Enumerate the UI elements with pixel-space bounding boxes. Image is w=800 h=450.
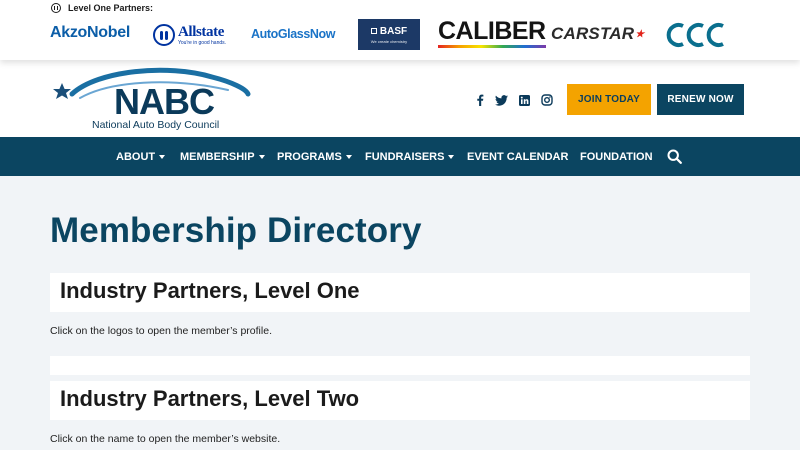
akzonobel-logo-text: AkzoNobel [50, 24, 130, 41]
search-icon[interactable] [667, 149, 682, 164]
caret-down-icon [345, 155, 352, 159]
allstate-logo[interactable]: Allstate You're in good hands. [153, 24, 226, 46]
section-level-one-note: Click on the logos to open the member’s … [50, 325, 272, 337]
nabc-logo[interactable]: NABC National Auto Body Council [50, 67, 252, 131]
join-today-button[interactable]: Join Today [567, 84, 651, 115]
autoglassnow-logo[interactable]: AutoGlassNow [251, 27, 336, 41]
twitter-icon[interactable] [494, 93, 508, 107]
carstar-logo-text: CARSTAR [551, 24, 635, 43]
nabc-logo-text: NABC [114, 81, 215, 122]
section-title: Industry Partners, Level Two [60, 386, 360, 411]
level-one-logo-grid [50, 356, 750, 375]
autoglassnow-logo-text: AutoGlassNow [251, 27, 336, 41]
allstate-text: Allstate You're in good hands. [178, 23, 227, 46]
caliber-logo-text: CALIBER [438, 17, 546, 45]
basf-logo[interactable]: BASF We create chemistry [358, 19, 420, 50]
allstate-hands-icon [153, 24, 175, 46]
instagram-icon[interactable] [540, 93, 554, 107]
pause-icon[interactable] [51, 3, 61, 13]
page-title: Membership Directory [50, 211, 422, 250]
nav-item-event-calendar[interactable]: Event Calendar [467, 137, 568, 176]
caliber-logo[interactable]: CALIBER [438, 19, 546, 48]
carstar-star-icon: ★ [635, 28, 645, 40]
basf-logo-word: BASF [370, 25, 408, 37]
facebook-icon[interactable] [473, 93, 487, 107]
nav-item-label: Foundation [580, 150, 653, 163]
nav-item-label: Programs [277, 150, 342, 163]
section-level-two-header: Industry Partners, Level Two [50, 381, 750, 420]
nav-item-label: About [116, 150, 156, 163]
partners-label: Level One Partners: [68, 3, 154, 13]
caret-down-icon [159, 155, 166, 159]
ccc-logo[interactable] [663, 21, 731, 49]
nav-item-label: Event Calendar [467, 150, 569, 163]
basf-logo-text: BASF [379, 25, 408, 37]
caret-down-icon [448, 155, 455, 159]
renew-now-button[interactable]: Renew Now [657, 84, 744, 115]
section-level-one-header: Industry Partners, Level One [50, 273, 750, 312]
partners-label-row: Level One Partners: [51, 2, 153, 14]
akzonobel-logo[interactable]: AkzoNobel [50, 24, 130, 42]
section-title: Industry Partners, Level One [60, 278, 360, 303]
caret-down-icon [258, 155, 265, 159]
carstar-logo[interactable]: CARSTAR ★ [551, 24, 644, 44]
basf-square-icon [370, 28, 377, 34]
nabc-logo-subtitle: National Auto Body Council [92, 119, 219, 131]
level-one-partners-bar: Level One Partners: AkzoNobel Allstate Y… [0, 0, 800, 60]
ccc-logo-mark [666, 23, 724, 47]
nav-item-label: Fundraisers [365, 150, 445, 163]
allstate-logo-text: Allstate [178, 23, 224, 40]
nav-item-foundation[interactable]: Foundation [580, 137, 653, 176]
basf-tagline: We create chemistry [370, 38, 408, 44]
caliber-rainbow-bar [438, 45, 546, 48]
allstate-tagline: You're in good hands. [178, 39, 227, 46]
nav-item-label: Membership [180, 150, 255, 163]
site-header: NABC National Auto Body Council Join Tod… [0, 60, 800, 137]
linkedin-icon[interactable] [517, 93, 531, 107]
nav-item-membership[interactable]: Membership [180, 137, 265, 176]
nav-item-fundraisers[interactable]: Fundraisers [365, 137, 455, 176]
section-level-two-note: Click on the name to open the member’s w… [50, 433, 281, 445]
nav-item-programs[interactable]: Programs [277, 137, 352, 176]
main-navigation: About Membership Programs Fundraisers Ev… [0, 137, 800, 176]
nav-item-about[interactable]: About [116, 137, 166, 176]
